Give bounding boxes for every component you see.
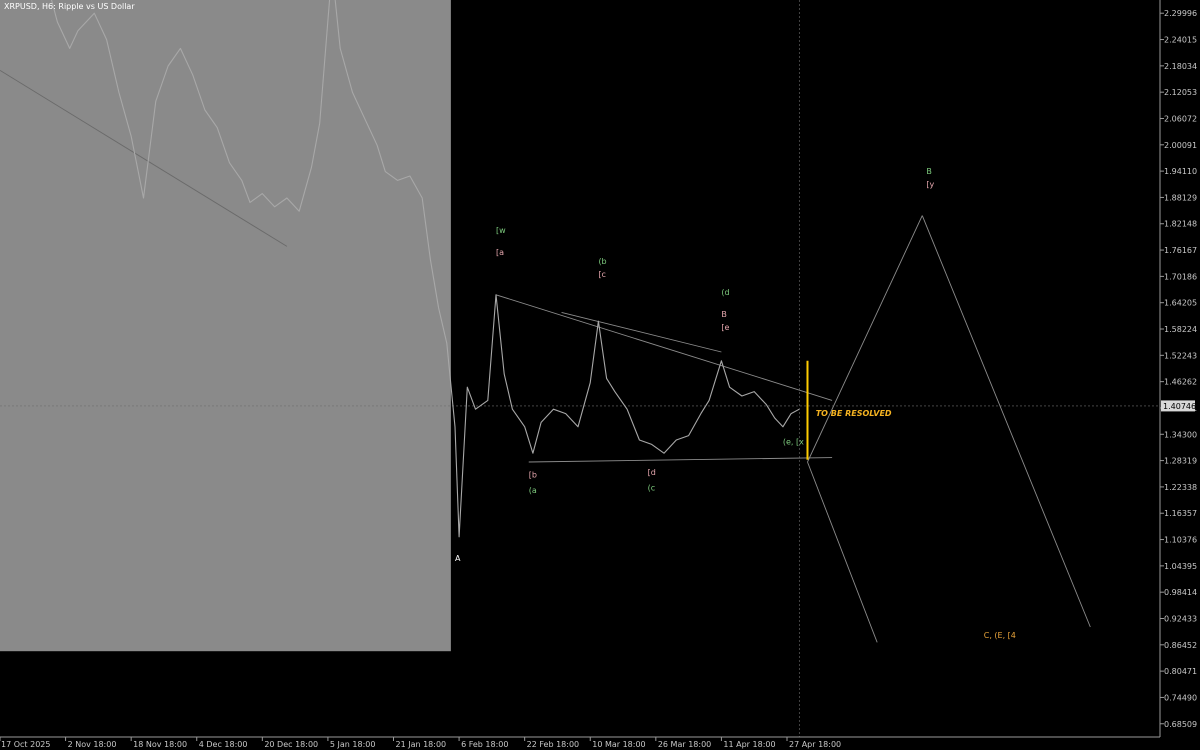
y-tick-label: 1.58224 [1164,325,1197,334]
x-tick-label: 20 Dec 18:00 [264,740,318,749]
y-tick-label: 1.76167 [1164,246,1197,255]
x-tick-label: 10 Mar 18:00 [592,740,645,749]
wave-label[interactable]: A [455,554,461,563]
y-tick-label: 1.22338 [1164,483,1197,492]
y-tick-label: 1.34300 [1164,430,1197,439]
wave-label[interactable]: (d [721,288,729,297]
y-tick-label: 1.88129 [1164,193,1197,202]
wave-label[interactable]: TO BE RESOLVED [816,409,892,418]
y-tick-label: 1.28319 [1164,457,1197,466]
wave-label[interactable]: [y [926,180,934,189]
x-tick-label: 27 Apr 18:00 [789,740,841,749]
y-tick-label: 0.68509 [1164,720,1197,729]
x-tick-label: 2 Nov 18:00 [68,740,117,749]
wave-label[interactable]: [a [496,248,504,257]
history-shade [0,0,451,652]
y-tick-label: 1.94110 [1164,167,1197,176]
y-tick-label: 0.80471 [1164,667,1197,676]
x-tick-label: 21 Jan 18:00 [395,740,446,749]
x-tick-label: 11 Apr 18:00 [723,740,775,749]
y-tick-label: 0.98414 [1164,588,1197,597]
y-tick-label: 2.06072 [1164,114,1197,123]
x-tick-label: 6 Feb 18:00 [461,740,508,749]
wave-label[interactable]: [d [648,468,656,477]
wave-label[interactable]: [c [598,270,606,279]
current-price-label: 1.40746 [1163,402,1196,411]
wave-label[interactable]: B [926,167,932,176]
wave-label[interactable]: B [721,310,727,319]
x-tick-label: 22 Feb 18:00 [527,740,579,749]
x-tick-label: 5 Jan 18:00 [330,740,376,749]
wave-label[interactable]: (a [529,486,537,495]
y-tick-label: 0.74490 [1164,693,1197,702]
wave-label[interactable]: (b [598,257,606,266]
wave-label[interactable]: (c [648,484,656,493]
y-tick-label: 0.92433 [1164,614,1197,623]
y-tick-label: 1.10376 [1164,536,1197,545]
wave-label[interactable]: [e [721,323,729,332]
x-tick-label: 18 Nov 18:00 [133,740,187,749]
y-tick-label: 2.18034 [1164,62,1197,71]
wave-label[interactable]: [w [496,226,506,235]
y-tick-label: 1.64205 [1164,299,1197,308]
y-tick-label: 1.46262 [1164,378,1197,387]
y-tick-label: 1.16357 [1164,509,1197,518]
y-tick-label: 1.70186 [1164,272,1197,281]
y-tick-label: 0.86452 [1164,641,1197,650]
price-chart[interactable]: A [w [a [b (a (b [c [d (c (d B [e (e, [x B [y C, (E, [4… [0,0,1200,750]
x-tick-label: 4 Dec 18:00 [199,740,248,749]
wave-label[interactable]: C, (E, [4 [984,631,1016,640]
x-tick-label: 17 Oct 2025 [1,740,50,749]
y-tick-label: 1.82148 [1164,220,1197,229]
y-tick-label: 1.04395 [1164,562,1197,571]
chart-title: XRPUSD, H6: Ripple vs US Dollar [4,2,135,11]
wave-label[interactable]: (e, [x [783,437,804,446]
y-tick-label: 2.29996 [1164,9,1197,18]
y-tick-label: 2.00091 [1164,141,1197,150]
y-tick-label: 2.12053 [1164,88,1197,97]
y-tick-label: 1.52243 [1164,351,1197,360]
x-tick-label: 26 Mar 18:00 [658,740,711,749]
wave-label[interactable]: [b [529,470,537,479]
y-tick-label: 2.24015 [1164,36,1197,45]
